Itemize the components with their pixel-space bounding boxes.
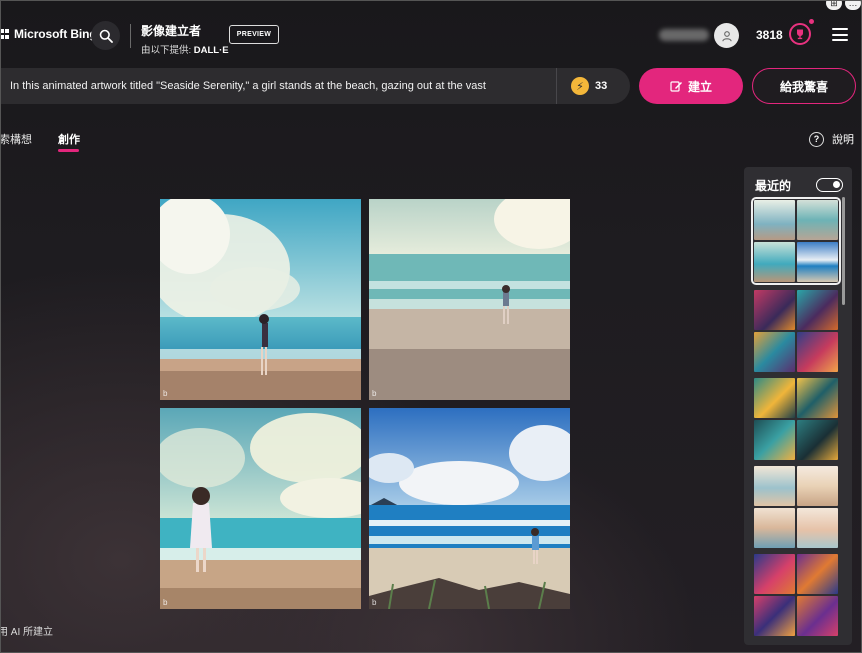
header: ⊞ … Microsoft Bing 影像建立者 由以下提供: DALL·E P… (0, 0, 862, 66)
notification-dot (809, 19, 814, 24)
thumb-cell (754, 554, 795, 594)
watermark-icon: b (372, 389, 377, 398)
thumb-cell (754, 508, 795, 548)
search-button[interactable] (91, 21, 120, 50)
create-button[interactable]: 建立 (639, 68, 743, 104)
thumb-cell (754, 378, 795, 418)
provider-prefix: 由以下提供: (141, 45, 192, 56)
recent-thumb-3[interactable] (754, 378, 838, 460)
surprise-me-button[interactable]: 給我驚喜 (752, 68, 856, 104)
question-icon: ? (809, 131, 824, 147)
thumb-cell (754, 596, 795, 636)
recent-thumb-2[interactable] (754, 290, 838, 372)
microsoft-logo-icon (0, 29, 10, 39)
menu-bar (832, 33, 848, 36)
thumb-cell (797, 332, 838, 372)
bing-logo[interactable]: Microsoft Bing (0, 27, 97, 41)
menu-bar (832, 28, 848, 30)
preview-badge: PREVIEW (229, 25, 279, 44)
username-blurred[interactable] (659, 29, 709, 41)
create-label: 建立 (687, 79, 712, 94)
brand-name: Microsoft Bing (14, 27, 97, 41)
boost-count: 33 (595, 80, 608, 92)
thumb-cell (754, 200, 795, 240)
help-button[interactable]: ? 說明 (809, 131, 854, 147)
watermark-icon: b (372, 598, 377, 607)
recent-toggle[interactable] (816, 178, 843, 192)
rewards-points[interactable]: 3818 (756, 28, 783, 42)
thumb-cell (754, 420, 795, 460)
result-image-3[interactable]: b (160, 408, 361, 609)
tab-explore-ideas[interactable]: 探索構想 (0, 131, 32, 147)
result-image-2[interactable]: b (369, 199, 570, 400)
prompt-separator (556, 68, 557, 104)
recent-scrollbar[interactable] (842, 197, 845, 305)
toggle-knob (833, 181, 840, 188)
recent-panel: 最近的 (744, 167, 852, 645)
window-restore-icon[interactable]: ⊞ (826, 0, 842, 10)
avatar[interactable] (714, 23, 739, 48)
user-icon (721, 30, 732, 41)
result-image-4[interactable]: b (369, 408, 570, 609)
lightning-icon: ⚡ (571, 77, 589, 95)
tab-creations[interactable]: 創作 (58, 131, 80, 147)
ai-generated-note: 使用 AI 所建立 (0, 627, 54, 638)
thumb-cell (797, 200, 838, 240)
thumb-cell (797, 378, 838, 418)
hamburger-menu-button[interactable] (832, 28, 848, 41)
window-more-icon[interactable]: … (845, 0, 861, 10)
thumb-cell (797, 508, 838, 548)
thumb-cell (797, 466, 838, 506)
prompt-bar[interactable]: In this animated artwork titled "Seaside… (0, 68, 630, 104)
recent-thumb-1[interactable] (751, 197, 841, 285)
rewards-button[interactable] (789, 23, 811, 45)
recent-thumb-5[interactable] (754, 554, 838, 636)
thumb-cell (754, 466, 795, 506)
app-title-block: 影像建立者 由以下提供: DALL·E (141, 22, 229, 56)
thumb-cell (797, 420, 838, 460)
app-title: 影像建立者 (141, 24, 202, 38)
thumb-cell (754, 332, 795, 372)
active-tab-indicator (58, 149, 79, 152)
prompt-input[interactable]: In this animated artwork titled "Seaside… (10, 80, 550, 92)
trophy-icon (797, 29, 803, 40)
menu-bar (832, 39, 848, 41)
header-divider (130, 24, 131, 48)
thumb-cell (797, 554, 838, 594)
thumb-cell (797, 242, 838, 282)
search-icon (99, 29, 113, 43)
thumb-cell (754, 242, 795, 282)
boost-counter[interactable]: ⚡ 33 (571, 77, 607, 95)
recent-thumb-4[interactable] (754, 466, 838, 548)
recent-title: 最近的 (755, 179, 792, 193)
watermark-icon: b (163, 389, 168, 398)
thumb-cell (797, 290, 838, 330)
thumb-cell (754, 290, 795, 330)
provider-name: DALL·E (193, 45, 229, 56)
watermark-icon: b (163, 598, 168, 607)
help-label: 說明 (832, 134, 854, 146)
provider-line: 由以下提供: DALL·E (141, 42, 229, 56)
edit-pen-icon (670, 80, 682, 92)
result-image-1[interactable]: b (160, 199, 361, 400)
thumb-cell (797, 596, 838, 636)
